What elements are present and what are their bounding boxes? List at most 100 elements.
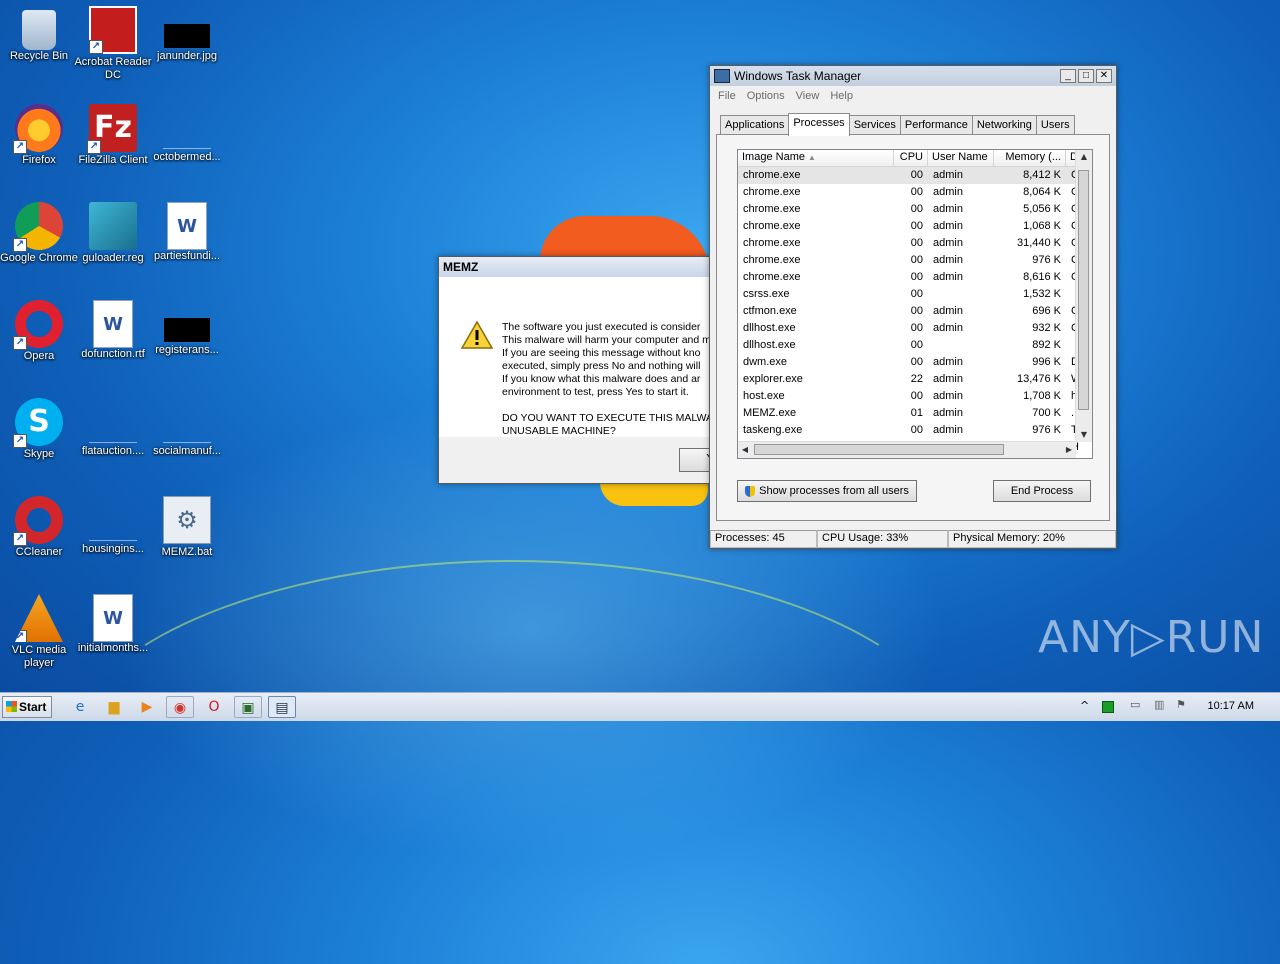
tab-services[interactable]: Services <box>848 115 901 135</box>
table-row[interactable]: dllhost.exe 00 892 K <box>738 337 1092 354</box>
tray-monitor-icon[interactable]: ▭ <box>1130 698 1140 711</box>
menu-view[interactable]: View <box>796 90 820 102</box>
tab-networking[interactable]: Networking <box>971 115 1037 135</box>
table-cell: MEMZ.exe <box>743 407 797 419</box>
tab-users[interactable]: Users <box>1035 115 1075 135</box>
table-row[interactable]: csrss.exe 00 1,532 K <box>738 286 1092 303</box>
table-row[interactable]: chrome.exe00admin5,056 KG <box>738 201 1092 218</box>
table-row[interactable]: ctfmon.exe00admin696 KC <box>738 303 1092 320</box>
vertical-scrollbar[interactable]: ▲ ▼ <box>1075 150 1092 442</box>
chrome-taskbar-icon[interactable]: ◉ <box>166 696 194 718</box>
table-row[interactable]: explorer.exe22admin13,476 KW <box>738 371 1092 388</box>
desktop-icon[interactable]: Wpartiesfundi... <box>148 202 226 263</box>
table-cell <box>928 337 994 354</box>
explorer-folder-icon[interactable]: ▆ <box>100 696 128 718</box>
table-cell: 1,708 K <box>1023 390 1061 402</box>
desktop-icon[interactable]: guloader.reg <box>74 202 152 265</box>
table-cell: host.exe <box>743 390 785 402</box>
minimize-button[interactable]: _ <box>1060 69 1076 83</box>
desktop-icon[interactable]: ⚙ MEMZ.bat <box>148 496 226 559</box>
tab-performance[interactable]: Performance <box>899 115 973 135</box>
tray-expand-icon[interactable]: ^ <box>1080 699 1089 712</box>
desktop-icon[interactable]: Fz ↗ FileZilla Client <box>74 104 152 167</box>
table-cell: admin <box>933 373 963 385</box>
tray-green-icon[interactable] <box>1102 701 1114 713</box>
show-all-processes-button[interactable]: Show processes from all users <box>737 480 917 502</box>
desktop-icon[interactable]: housingins... <box>74 496 152 556</box>
scroll-up-icon[interactable]: ▲ <box>1077 150 1091 164</box>
end-process-button[interactable]: End Process <box>993 480 1091 502</box>
tray-flag-icon[interactable]: ⚑ <box>1176 698 1186 711</box>
table-row[interactable]: host.exe00admin1,708 Kh <box>738 388 1092 405</box>
tab-processes[interactable]: Processes <box>788 113 850 136</box>
shortcut-arrow-icon: ↗ <box>13 140 27 154</box>
menu-options[interactable]: Options <box>747 90 785 102</box>
table-row[interactable]: chrome.exe00admin976 KG <box>738 252 1092 269</box>
desktop-icon-label: guloader.reg <box>82 252 144 264</box>
memz-content: The software you just executed is consid… <box>439 277 729 437</box>
table-row[interactable]: dwm.exe00admin996 KD <box>738 354 1092 371</box>
desktop-icon[interactable]: janunder.jpg <box>148 6 226 63</box>
task-manager-window[interactable]: Windows Task Manager _ □ ✕ File Options … <box>709 65 1117 549</box>
table-cell: admin <box>933 356 963 368</box>
menu-help[interactable]: Help <box>830 90 853 102</box>
desktop-icon[interactable]: Winitialmonths... <box>74 594 152 655</box>
task-manager-titlebar[interactable]: Windows Task Manager _ □ ✕ <box>710 66 1116 86</box>
table-row[interactable]: dllhost.exe00admin932 KC <box>738 320 1092 337</box>
tab-applications[interactable]: Applications <box>720 115 790 135</box>
vertical-scroll-thumb[interactable] <box>1078 170 1089 410</box>
desktop-icon[interactable]: ↗ Opera <box>0 300 78 363</box>
close-button[interactable]: ✕ <box>1096 69 1112 83</box>
desktop-icon[interactable]: Wdofunction.rtf <box>74 300 152 361</box>
desktop-icon[interactable]: ↗ Firefox <box>0 104 78 167</box>
column-image-name[interactable]: Image Name ▲ <box>738 150 894 166</box>
clock[interactable]: 10:17 AM <box>1208 700 1254 712</box>
opera-taskbar-icon[interactable]: O <box>200 696 228 718</box>
desktop-icon[interactable]: socialmanuf... <box>148 398 226 458</box>
shortcut-arrow-icon: ↗ <box>13 336 27 350</box>
column-cpu[interactable]: CPU <box>894 150 928 166</box>
column-user-name[interactable]: User Name <box>928 150 994 166</box>
memz-dialog[interactable]: MEMZ The software you just executed is c… <box>438 256 741 484</box>
table-row[interactable]: taskeng.exe00admin976 KT <box>738 422 1092 439</box>
horizontal-scrollbar[interactable]: ◀ ▶ <box>738 441 1076 458</box>
desktop-icon-label: initialmonths... <box>77 642 149 654</box>
process-list[interactable]: Image Name ▲ CPU User Name Memory (... D… <box>737 149 1093 459</box>
media-player-icon[interactable]: ▶ <box>133 696 161 718</box>
anyrun-watermark: ANY▷RUN <box>1038 612 1265 663</box>
terminal-icon[interactable]: ▣ <box>234 696 262 718</box>
table-row[interactable]: chrome.exe00admin8,616 KG <box>738 269 1092 286</box>
internet-explorer-icon[interactable]: e <box>66 696 94 718</box>
column-memory[interactable]: Memory (... <box>994 150 1066 166</box>
scroll-down-icon[interactable]: ▼ <box>1077 428 1091 442</box>
menu-file[interactable]: File <box>718 90 736 102</box>
scroll-left-icon[interactable]: ◀ <box>738 443 752 457</box>
table-row[interactable]: chrome.exe00admin31,440 KG <box>738 235 1092 252</box>
desktop-icon[interactable]: Recycle Bin <box>0 6 78 63</box>
tray-network-icon[interactable]: ▥ <box>1154 698 1164 711</box>
desktop-icon[interactable]: flatauction.... <box>74 398 152 458</box>
maximize-button[interactable]: □ <box>1078 69 1094 83</box>
table-row[interactable]: chrome.exe00admin8,412 KG <box>738 167 1092 184</box>
table-row[interactable]: chrome.exe00admin1,068 KG <box>738 218 1092 235</box>
table-row[interactable]: MEMZ.exe 01 admin 700 K. <box>738 405 1092 422</box>
desktop-icon[interactable]: S ↗ Skype <box>0 398 78 461</box>
desktop-icon[interactable]: ↗ VLC media player <box>0 594 78 670</box>
table-cell: admin <box>933 220 963 232</box>
table-cell: chrome.exe <box>743 254 801 266</box>
desktop-icon[interactable]: ↗ CCleaner <box>0 496 78 559</box>
horizontal-scroll-thumb[interactable] <box>754 444 1004 455</box>
desktop-icon[interactable]: registerans... <box>148 300 226 357</box>
table-cell: explorer.exe <box>743 373 803 385</box>
table-row[interactable]: chrome.exe00admin8,064 KG <box>738 184 1092 201</box>
task-manager-taskbar-icon[interactable]: ▤ <box>268 696 296 718</box>
start-button[interactable]: Start <box>2 696 52 718</box>
word-doc-icon: W <box>93 594 133 642</box>
desktop-icon-label: FileZilla Client <box>78 154 148 166</box>
memz-titlebar[interactable]: MEMZ <box>439 257 729 277</box>
table-cell: dllhost.exe <box>743 322 796 334</box>
desktop-icon[interactable]: octobermed... <box>148 104 226 164</box>
desktop-icon[interactable]: ↗ Acrobat Reader DC <box>74 6 152 82</box>
desktop-icon[interactable]: ↗ Google Chrome <box>0 202 78 265</box>
scroll-right-icon[interactable]: ▶ <box>1062 443 1076 457</box>
